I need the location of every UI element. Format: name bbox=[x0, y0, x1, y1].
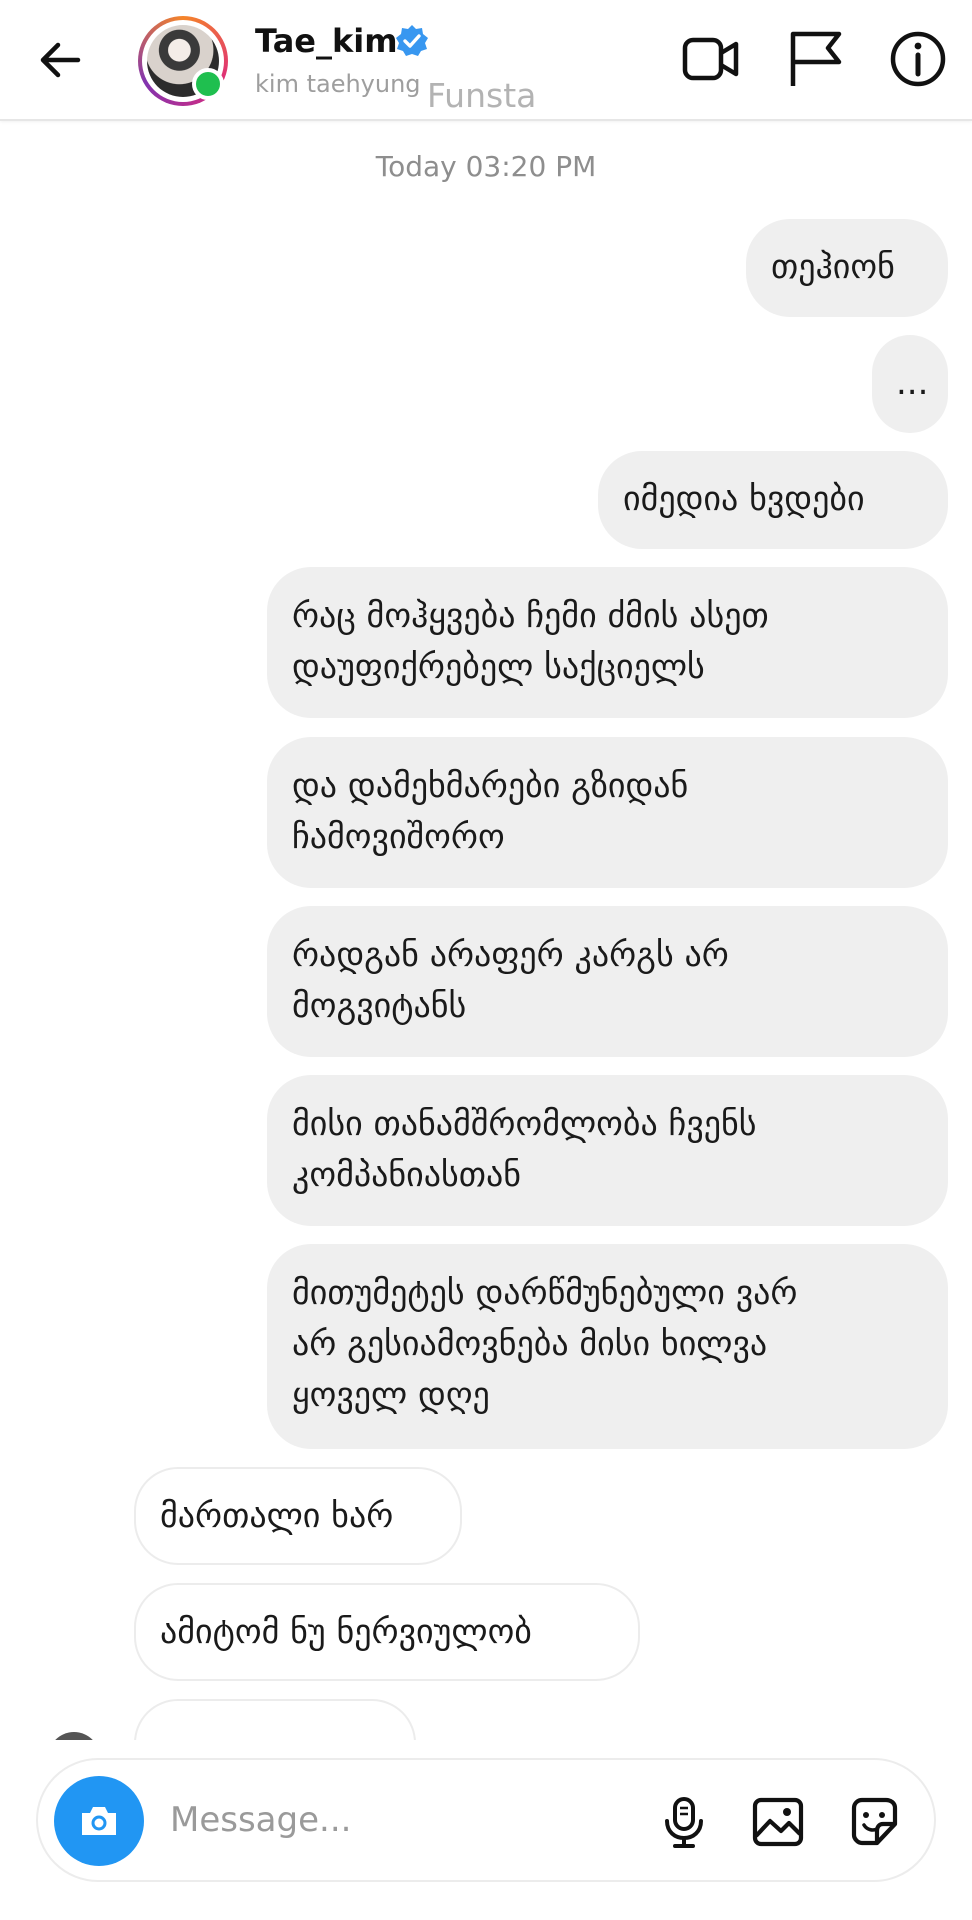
message-text: რაც მოჰყვება ჩემი ძმის ასეთ დაუფიქრებელ … bbox=[292, 596, 769, 687]
info-icon[interactable] bbox=[887, 28, 949, 90]
message-input[interactable]: Message... bbox=[170, 1800, 351, 1840]
chat-header: Tae_kim kim taehyung Funsta bbox=[0, 0, 972, 121]
message-composer: Message... bbox=[36, 1758, 936, 1882]
message-text: მისი თანამშრომლობა ჩვენს კომპანიასთან bbox=[292, 1104, 757, 1195]
message-text: მართალი ხარ bbox=[160, 1496, 394, 1536]
flag-icon[interactable] bbox=[784, 28, 846, 90]
sent-message[interactable]: მითუმეტეს დარწმუნებული ვარ არ გესიამოვნე… bbox=[267, 1244, 948, 1449]
sent-message[interactable]: თეჰიონ bbox=[746, 219, 948, 317]
message-text: იმედია ხვდები bbox=[623, 479, 865, 519]
camera-button[interactable] bbox=[54, 1776, 144, 1866]
sent-message[interactable]: რაც მოჰყვება ჩემი ძმის ასეთ დაუფიქრებელ … bbox=[267, 567, 948, 718]
verified-badge-icon bbox=[396, 25, 428, 56]
sent-message[interactable]: რადგან არაფერ კარგს არ მოგვიტანს bbox=[267, 906, 948, 1057]
received-message[interactable]: მართალი ხარ bbox=[134, 1467, 462, 1565]
message-timestamp: Today 03:20 PM bbox=[375, 150, 597, 183]
microphone-icon[interactable] bbox=[656, 1794, 712, 1850]
sent-message[interactable]: მისი თანამშრომლობა ჩვენს კომპანიასთან bbox=[267, 1075, 948, 1226]
message-text: და დამეხმარები გზიდან ჩამოვიშორო bbox=[292, 766, 689, 857]
message-text: მითუმეტეს დარწმუნებული ვარ არ გესიამოვნე… bbox=[292, 1273, 798, 1415]
sent-message[interactable]: ... bbox=[872, 335, 948, 433]
watermark: Funsta bbox=[427, 76, 537, 115]
contact-username[interactable]: Tae_kim bbox=[255, 22, 398, 60]
received-message[interactable]: ამიტომ ნუ ნერვიულობ bbox=[134, 1583, 640, 1681]
online-status-indicator bbox=[192, 68, 224, 100]
gallery-icon[interactable] bbox=[750, 1794, 806, 1850]
contact-display-name: kim taehyung bbox=[255, 70, 421, 98]
video-call-icon[interactable] bbox=[680, 28, 742, 90]
sent-message[interactable]: და დამეხმარები გზიდან ჩამოვიშორო bbox=[267, 737, 948, 888]
message-text: ... bbox=[896, 363, 929, 403]
sticker-icon[interactable] bbox=[846, 1794, 902, 1850]
message-text: რადგან არაფერ კარგს არ მოგვიტანს bbox=[292, 935, 729, 1026]
message-text: თეჰიონ bbox=[771, 247, 895, 287]
back-arrow-icon[interactable] bbox=[38, 38, 82, 82]
sent-message[interactable]: იმედია ხვდები bbox=[598, 451, 948, 549]
camera-icon bbox=[82, 1807, 116, 1835]
message-text: ამიტომ ნუ ნერვიულობ bbox=[160, 1612, 532, 1652]
